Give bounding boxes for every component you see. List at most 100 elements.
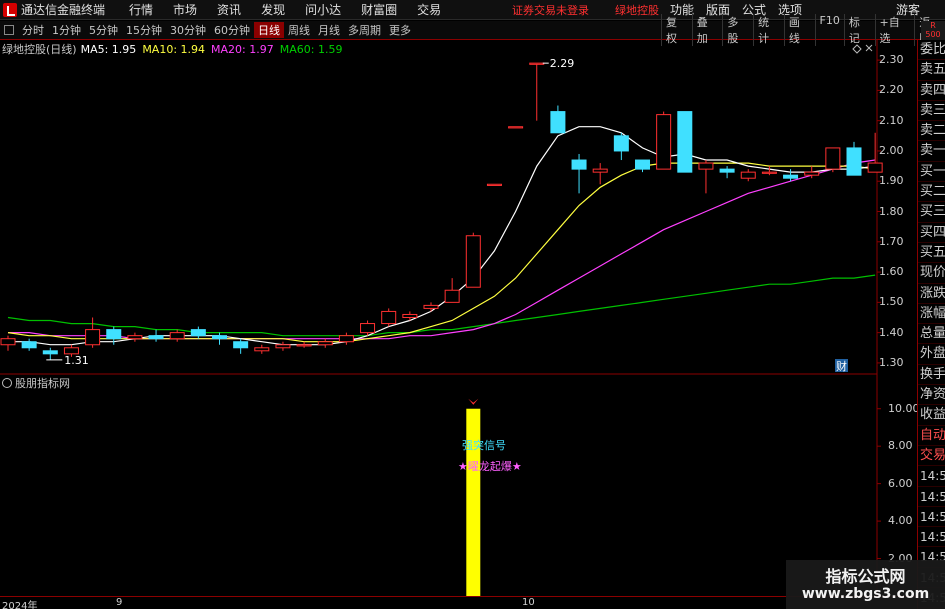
ma5-line [8,126,876,346]
tick-time-1: 14:56 [918,487,945,507]
period-1min[interactable]: 1分钟 [48,22,85,38]
price-tick-3: 2.00 [879,143,904,157]
side-item-4[interactable]: 卖二 [918,121,945,142]
price-tick-5: 1.80 [879,204,904,218]
side-item-10[interactable]: 买五 [918,243,945,264]
candle-body-37 [783,174,799,179]
side-item-5[interactable]: 卖一 [918,141,945,162]
signal-label-breakout: 强突信号 [462,439,506,452]
side-item-13[interactable]: 涨幅 [918,304,945,325]
side-item-18[interactable]: 收益 [918,405,945,426]
side-item-9[interactable]: 买四 [918,223,945,243]
price-tick-9: 1.40 [879,325,904,339]
ma10-value: MA10: 1.94 [142,42,206,56]
candle-body-35 [740,171,756,179]
signal-marker-icon [468,398,479,405]
stock-name: 绿地控股 [615,3,659,17]
login-status[interactable]: 证券交易未登录 [512,2,589,18]
indicator-tick-0: 10.00 [888,401,920,415]
side-item-15[interactable]: 外盘 [918,344,945,365]
candle-body-24 [508,126,524,129]
candle-body-17 [360,323,376,334]
r-badge-top: R [930,21,936,30]
price-tick-1: 2.20 [879,83,904,97]
period-30min[interactable]: 30分钟 [166,22,210,38]
layout-icon[interactable] [4,25,14,35]
price-tick-7: 1.60 [879,265,904,279]
menu-item-wealth[interactable]: 财富圈 [351,1,407,18]
candle-body-0 [0,338,16,346]
side-item-14[interactable]: 总量 [918,324,945,345]
side-item-0[interactable]: 委比 [918,40,945,61]
side-item-12[interactable]: 涨跌 [918,284,945,304]
candle-body-32 [677,111,693,173]
period-5min[interactable]: 5分钟 [85,22,122,38]
candle-body-26 [550,111,566,134]
indicator-tick-2: 6.00 [888,476,913,490]
candle-body-41 [867,162,883,173]
chart-title: 绿地控股(日线) [2,43,77,56]
period-monthly[interactable]: 月线 [314,22,344,38]
side-item-6[interactable]: 买一 [918,162,945,183]
menu-item-exchange[interactable]: 市场 [163,1,207,18]
ma60-line [7,274,876,337]
side-item-1[interactable]: 卖五 [918,60,945,81]
main-menu: 行情 市场 资讯 发现 问小达 财富圈 交易 [119,1,451,18]
side-trade-0[interactable]: 自动 [918,426,945,446]
r-badge-bottom: 500 [925,30,941,39]
candle-body-16 [338,335,354,343]
price-tick-4: 1.90 [879,174,904,188]
period-15min[interactable]: 15分钟 [122,22,166,38]
menu-item-trade[interactable]: 交易 [407,1,451,18]
period-weekly[interactable]: 周线 [284,22,314,38]
candle-body-30 [635,159,650,170]
candle-body-31 [656,114,672,170]
price-tick-0: 2.30 [879,53,904,67]
period-daily[interactable]: 日线 [254,22,284,38]
ma20-value: MA20: 1.97 [211,42,274,56]
menu-item-assistant[interactable]: 问小达 [295,1,351,18]
menu-item-discover[interactable]: 发现 [251,1,295,18]
candle-body-29 [613,135,629,152]
period-intraday[interactable]: 分时 [18,22,48,38]
r-badge: R 500 [921,21,945,40]
side-item-3[interactable]: 卖三 [918,101,945,122]
candle-body-38 [804,171,820,176]
candle-body-10 [212,335,227,340]
candle-body-2 [42,350,58,355]
period-more[interactable]: 更多 [385,22,415,38]
candle-body-28 [592,168,608,173]
indicator-title: 股朋指标网 [2,375,70,391]
tick-time-2: 14:56 [918,507,945,528]
side-item-17[interactable]: 净资 [918,385,945,406]
watermark-title: 指标公式网 [825,567,906,586]
signal-label-dragon: ★曜龙起爆★ [458,460,522,473]
side-item-8[interactable]: 买三 [918,202,945,223]
candle-body-18 [381,310,397,325]
chart-canvas[interactable]: 2.29 1.31 财 [0,40,917,596]
candle-body-5 [106,329,122,340]
period-toolbar: 分时 1分钟 5分钟 15分钟 30分钟 60分钟 日线 周线 月线 多周期 更… [0,14,945,46]
candle-body-11 [233,341,249,349]
menu-item-news[interactable]: 资讯 [207,1,251,18]
indicator-settings-icon[interactable] [2,378,12,388]
side-item-11[interactable]: 现价 [918,263,945,284]
price-tick-6: 1.70 [879,234,904,248]
candle-body-39 [825,147,841,170]
period-60min[interactable]: 60分钟 [210,22,254,38]
candle-body-33 [698,162,714,170]
candle-body-9 [190,329,206,337]
high-label: 2.29 [550,57,575,70]
side-trade-1[interactable]: 交易 [918,446,945,467]
candle-body-4 [85,329,101,346]
menu-item-market[interactable]: 行情 [119,1,163,18]
period-multi[interactable]: 多周期 [344,22,385,38]
ma10-line [7,162,876,343]
candle-body-13 [275,344,291,349]
price-tick-2: 2.10 [879,113,904,127]
side-item-7[interactable]: 买二 [918,182,945,203]
side-item-16[interactable]: 换手 [918,365,945,386]
side-item-2[interactable]: 卖四 [918,81,945,101]
indicator-tick-3: 4.00 [888,514,913,528]
candle-body-27 [571,159,587,170]
